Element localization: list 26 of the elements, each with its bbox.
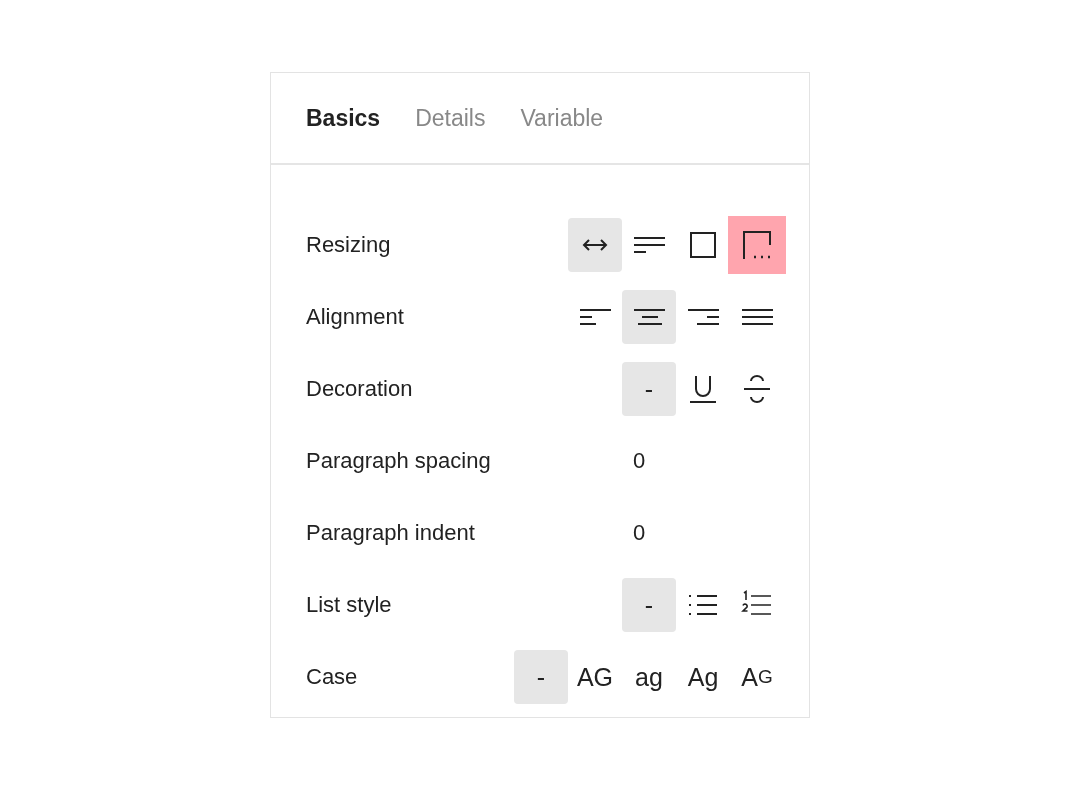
- property-label: Resizing: [306, 232, 391, 258]
- strikethrough-icon: [741, 373, 773, 405]
- property-label: Decoration: [306, 376, 413, 402]
- underline-icon: [687, 373, 719, 405]
- option-button[interactable]: Ag: [676, 650, 730, 704]
- square-icon: [687, 229, 719, 261]
- resize-button[interactable]: [568, 218, 622, 272]
- property-label: Alignment: [306, 304, 404, 330]
- property-label: List style: [306, 592, 392, 618]
- property-label: Case: [306, 664, 358, 690]
- option-button[interactable]: ag: [622, 650, 676, 704]
- option-button[interactable]: AG: [568, 650, 622, 704]
- property-label: Paragraph spacing: [306, 448, 491, 474]
- resize-button[interactable]: [728, 216, 786, 274]
- value-text: 0: [632, 520, 647, 546]
- property-label: Paragraph indent: [306, 520, 475, 546]
- option-button[interactable]: -: [514, 650, 568, 704]
- tab[interactable]: Details: [415, 104, 486, 132]
- value-text: 0: [632, 448, 647, 474]
- option-button[interactable]: -: [622, 362, 676, 416]
- option-button[interactable]: AG: [730, 650, 784, 704]
- align-button[interactable]: [622, 290, 676, 344]
- option-button[interactable]: -: [622, 578, 676, 632]
- truncate-icon: [741, 229, 773, 261]
- tab[interactable]: Variable: [520, 104, 604, 132]
- tab[interactable]: Basics: [306, 104, 381, 132]
